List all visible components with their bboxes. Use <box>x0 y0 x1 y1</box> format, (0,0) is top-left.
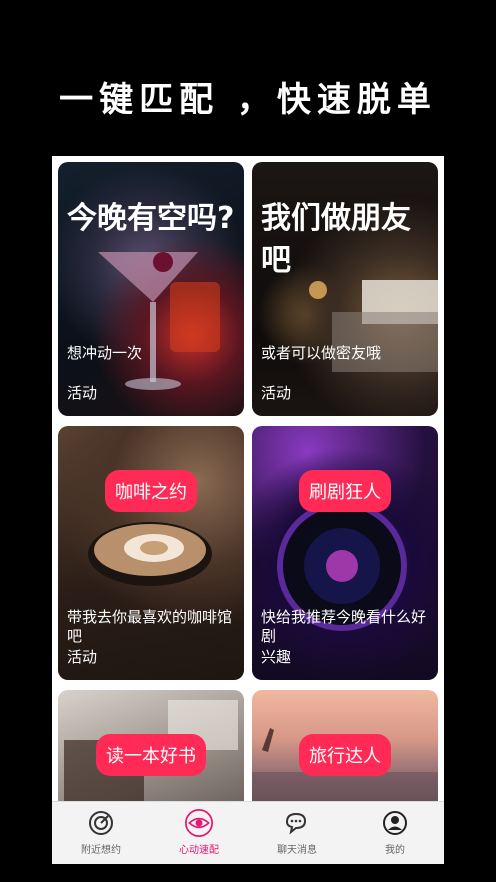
tab-label: 附近想约 <box>81 845 121 856</box>
tab-quick-match[interactable]: 心动速配 <box>150 802 248 864</box>
tab-label: 聊天消息 <box>277 845 317 856</box>
card-description: 带我去你最喜欢的咖啡馆吧 <box>67 608 233 645</box>
bottom-tab-bar: 附近想约 心动速配 聊天消息 我的 <box>52 801 444 864</box>
match-card-tonight[interactable]: 今晚有空吗? 想冲动一次 活动 <box>58 162 244 416</box>
tab-label: 我的 <box>385 845 405 856</box>
chat-bubbles-icon <box>283 809 311 837</box>
tab-profile[interactable]: 我的 <box>346 802 444 864</box>
match-card-coffee[interactable]: 咖啡之约 带我去你最喜欢的咖啡馆吧 活动 <box>58 426 244 680</box>
card-description: 想冲动一次 <box>67 344 143 362</box>
card-description: 或者可以做密友哦 <box>261 344 382 362</box>
headline: 一键匹配 ，快速脱单 <box>59 80 437 120</box>
tab-chat[interactable]: 聊天消息 <box>248 802 346 864</box>
match-card-tv-series[interactable]: 刷剧狂人 快给我推荐今晚看什么好剧 兴趣 <box>252 426 438 680</box>
eye-icon <box>185 809 213 837</box>
compass-icon <box>87 809 115 837</box>
match-card-friends[interactable]: 我们做朋友吧 或者可以做密友哦 活动 <box>252 162 438 416</box>
match-card-book[interactable]: 读一本好书 <box>58 690 244 810</box>
card-title: 今晚有空吗? <box>67 201 235 236</box>
match-card-travel[interactable]: 旅行达人 <box>252 690 438 810</box>
tab-nearby[interactable]: 附近想约 <box>52 802 150 864</box>
card-pill-label: 刷剧狂人 <box>299 470 391 512</box>
card-tag: 活动 <box>67 648 98 666</box>
card-tag: 活动 <box>261 384 292 402</box>
card-tag: 活动 <box>67 384 98 402</box>
phone-screen: 今晚有空吗? 想冲动一次 活动 我们做朋友吧 或者可以做密友哦 活动 咖啡之约 … <box>52 156 444 864</box>
card-pill-label: 旅行达人 <box>299 734 391 776</box>
tab-label: 心动速配 <box>179 845 219 856</box>
user-icon <box>381 809 409 837</box>
card-pill-label: 咖啡之约 <box>105 470 197 512</box>
card-pill-label: 读一本好书 <box>96 734 206 776</box>
card-tag: 兴趣 <box>261 648 292 666</box>
card-title: 我们做朋友吧 <box>261 201 411 278</box>
card-description: 快给我推荐今晚看什么好剧 <box>261 608 427 645</box>
